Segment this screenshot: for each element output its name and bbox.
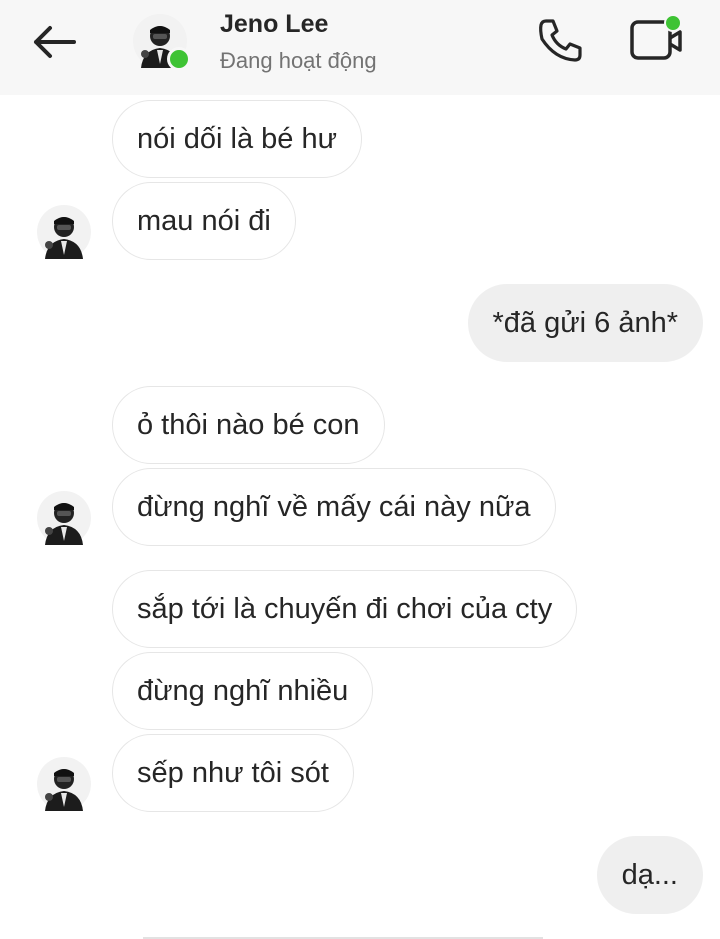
message-bubble-outgoing[interactable]: *đã gửi 6 ảnh* [467,284,703,362]
arrow-left-icon [34,26,76,58]
online-indicator [167,47,191,71]
message-bubble-outgoing[interactable]: dạ... [596,836,703,914]
video-call-button[interactable] [628,12,686,66]
avatar-image [37,757,91,811]
contact-avatar[interactable] [133,14,191,71]
message-bubble[interactable]: đừng nghĩ về mấy cái này nữa [112,468,556,546]
avatar-image [37,205,91,259]
message-bubble[interactable]: sắp tới là chuyến đi chơi của cty [112,570,578,648]
phone-icon [539,19,582,62]
video-online-dot [664,14,682,32]
sender-avatar[interactable] [37,491,91,545]
sender-avatar[interactable] [37,205,91,259]
message-bubble[interactable]: đừng nghĩ nhiều [112,652,374,730]
voice-call-button[interactable] [535,16,585,66]
active-status: Đang hoạt động [220,48,377,73]
message-bubble[interactable]: ỏ thôi nào bé con [112,386,385,464]
back-button[interactable] [28,20,84,64]
message-bubble[interactable]: nói dối là bé hư [112,100,362,178]
avatar-image [37,491,91,545]
contact-name[interactable]: Jeno Lee [220,10,328,39]
sender-avatar[interactable] [37,757,91,811]
message-bubble[interactable]: mau nói đi [112,182,296,260]
chat-header: Jeno Lee Đang hoạt động [0,0,720,95]
message-bubble[interactable]: sếp như tôi sót [112,734,354,812]
